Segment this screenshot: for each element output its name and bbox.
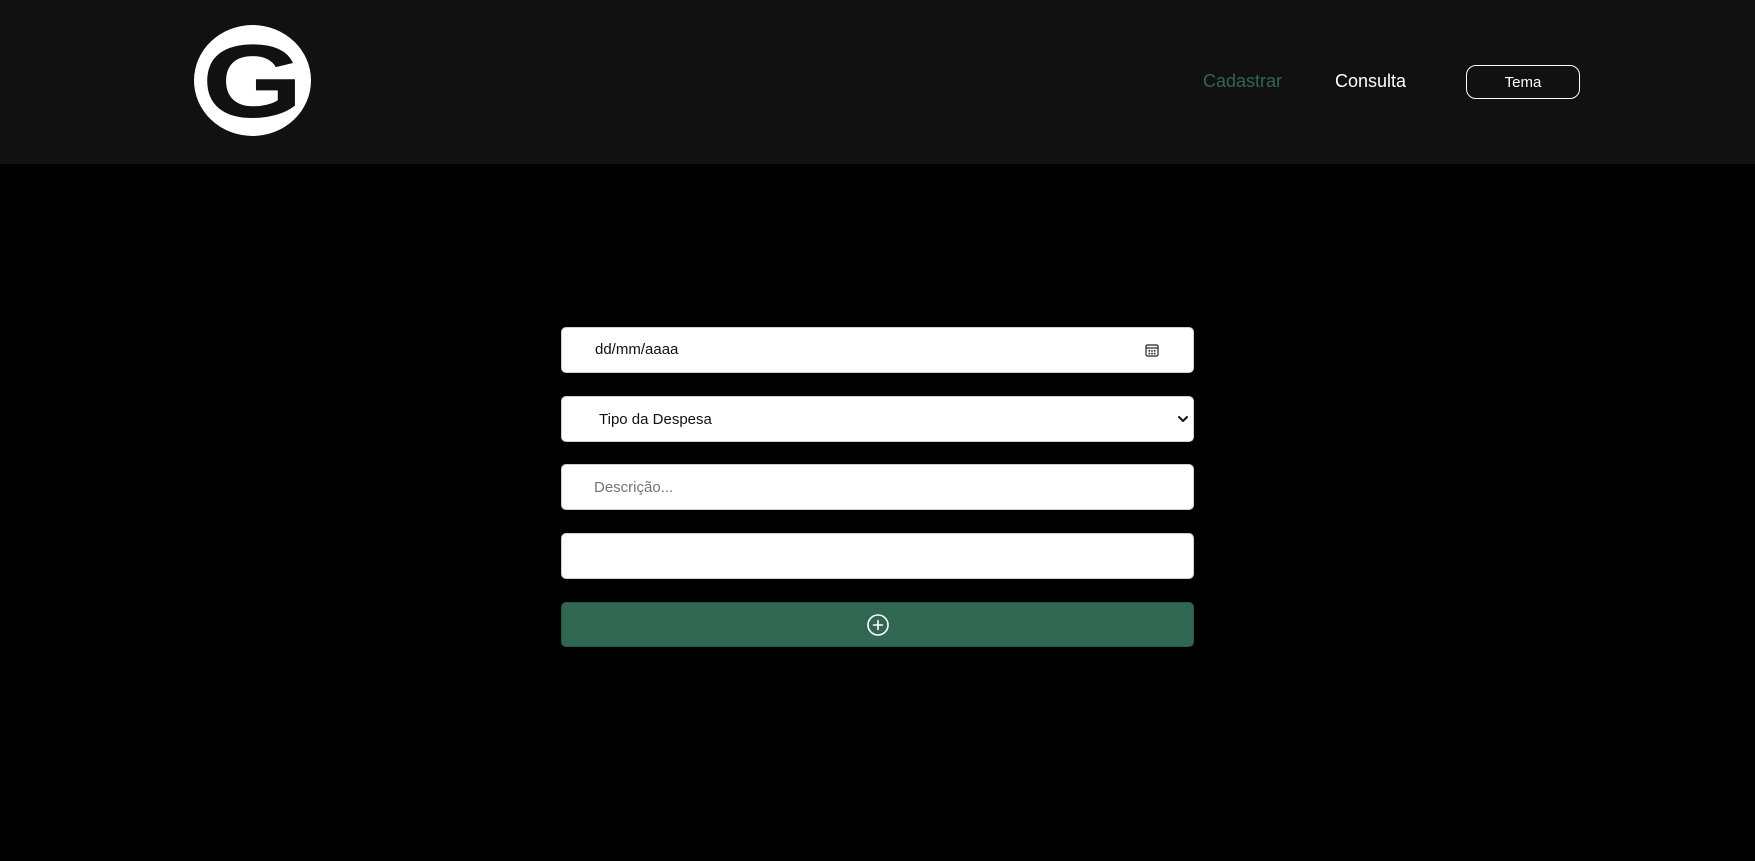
expense-type-selected: Tipo da Despesa [599,411,712,428]
add-expense-button[interactable] [561,602,1194,647]
header: G Cadastrar Consulta Tema [0,0,1755,164]
plus-circle-icon [866,613,889,636]
value-input[interactable] [562,534,1193,578]
chevron-down-icon [1178,416,1188,422]
date-field[interactable]: dd/mm/aaaa [561,327,1194,373]
date-placeholder: dd/mm/aaaa [595,341,679,358]
value-field [561,533,1194,579]
g-logo-icon: G [201,25,304,136]
expense-type-select[interactable]: Tipo da Despesa [561,396,1194,442]
tema-button[interactable]: Tema [1466,65,1580,99]
description-field [561,464,1194,510]
calendar-icon[interactable] [1145,343,1159,357]
logo[interactable]: G [194,25,311,136]
description-input[interactable] [562,465,1193,509]
nav-link-consulta[interactable]: Consulta [1335,70,1406,92]
nav-link-cadastrar[interactable]: Cadastrar [1203,70,1282,92]
